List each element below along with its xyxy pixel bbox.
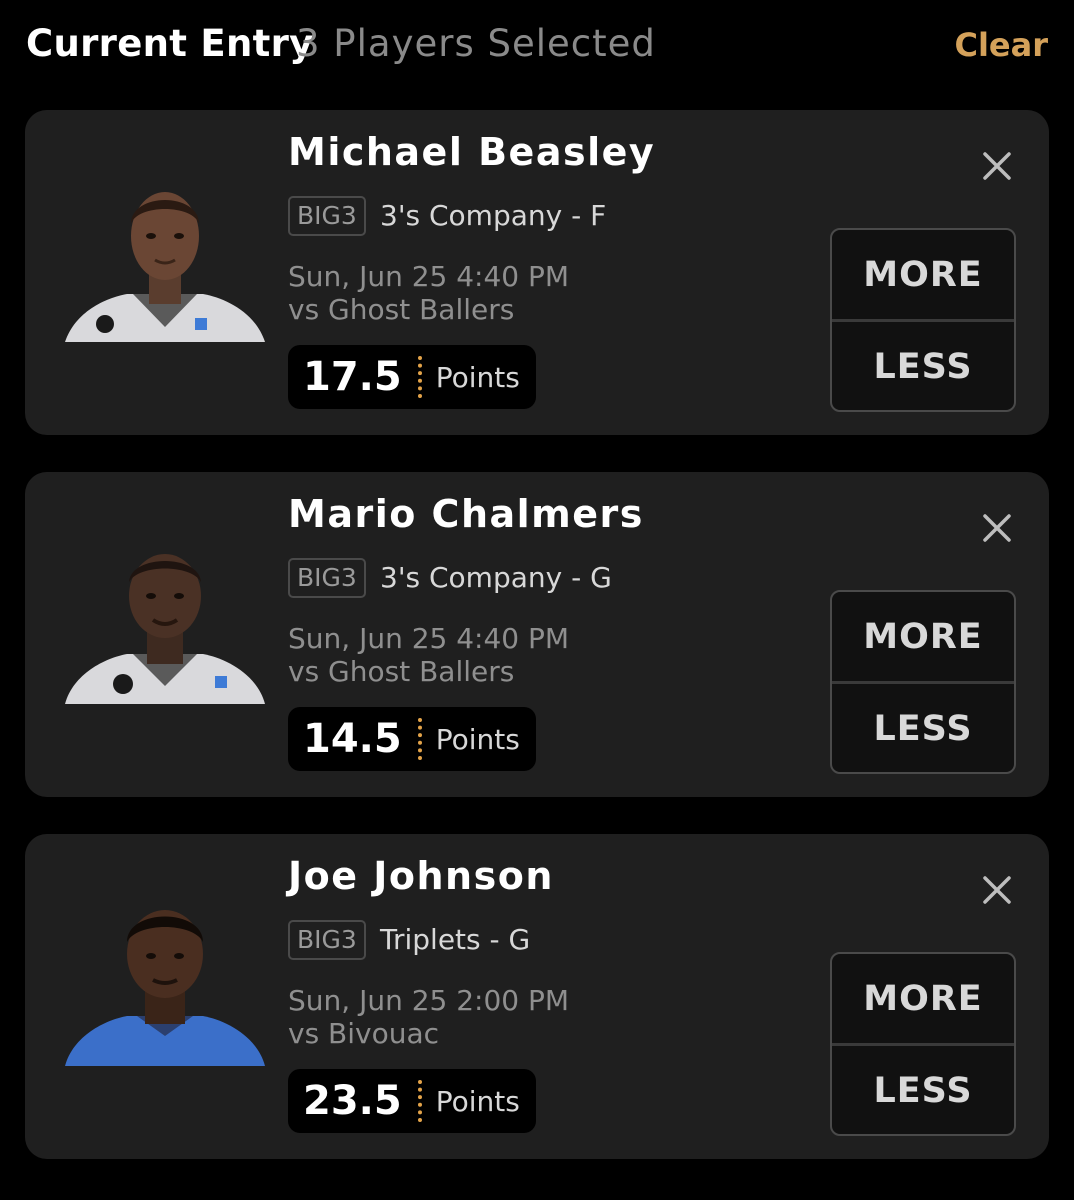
close-icon[interactable] [973, 504, 1021, 552]
stat-label: Points [435, 722, 520, 756]
clear-button[interactable]: Clear [954, 26, 1048, 64]
team-position: 3's Company - F [380, 199, 607, 232]
less-button[interactable]: LESS [832, 1046, 1014, 1134]
line-value: 17.5 [303, 354, 402, 400]
more-less-toggle: MORE LESS [830, 952, 1016, 1136]
close-icon[interactable] [973, 142, 1021, 190]
stat-label: Points [435, 1084, 520, 1118]
stat-line: 23.5 Points [288, 1069, 536, 1133]
league-badge: BIG3 [288, 558, 366, 598]
opponent: vs Bivouac [288, 1017, 440, 1050]
more-button[interactable]: MORE [832, 592, 1014, 684]
more-button[interactable]: MORE [832, 954, 1014, 1046]
players-selected-count: 3 Players Selected [296, 22, 656, 65]
player-card-chalmers: Mario Chalmers BIG3 3's Company - G Sun,… [25, 472, 1049, 797]
more-less-toggle: MORE LESS [830, 228, 1016, 412]
player-photo [65, 192, 265, 342]
game-time: Sun, Jun 25 4:40 PM [288, 260, 570, 293]
line-value: 14.5 [303, 716, 402, 762]
player-name: Mario Chalmers [288, 492, 644, 536]
player-photo [65, 910, 265, 1066]
dotted-divider [417, 1080, 422, 1122]
game-time: Sun, Jun 25 2:00 PM [288, 984, 570, 1017]
player-name: Michael Beasley [288, 130, 656, 174]
dotted-divider [417, 718, 422, 760]
league-badge: BIG3 [288, 920, 366, 960]
opponent: vs Ghost Ballers [288, 293, 515, 326]
game-time: Sun, Jun 25 4:40 PM [288, 622, 570, 655]
stat-label: Points [435, 360, 520, 394]
player-card-johnson: Joe Johnson BIG3 Triplets - G Sun, Jun 2… [25, 834, 1049, 1159]
league-badge: BIG3 [288, 196, 366, 236]
page-title: Current Entry [26, 22, 314, 65]
player-name: Joe Johnson [288, 854, 554, 898]
more-button[interactable]: MORE [832, 230, 1014, 322]
dotted-divider [417, 356, 422, 398]
player-photo [65, 554, 265, 704]
team-position: 3's Company - G [380, 561, 612, 594]
stat-line: 14.5 Points [288, 707, 536, 771]
player-card-beasley: Michael Beasley BIG3 3's Company - F Sun… [25, 110, 1049, 435]
team-position: Triplets - G [380, 923, 531, 956]
more-less-toggle: MORE LESS [830, 590, 1016, 774]
opponent: vs Ghost Ballers [288, 655, 515, 688]
less-button[interactable]: LESS [832, 322, 1014, 410]
line-value: 23.5 [303, 1078, 402, 1124]
stat-line: 17.5 Points [288, 345, 536, 409]
less-button[interactable]: LESS [832, 684, 1014, 772]
close-icon[interactable] [973, 866, 1021, 914]
entry-header: Current Entry 3 Players Selected Clear [26, 20, 1048, 70]
